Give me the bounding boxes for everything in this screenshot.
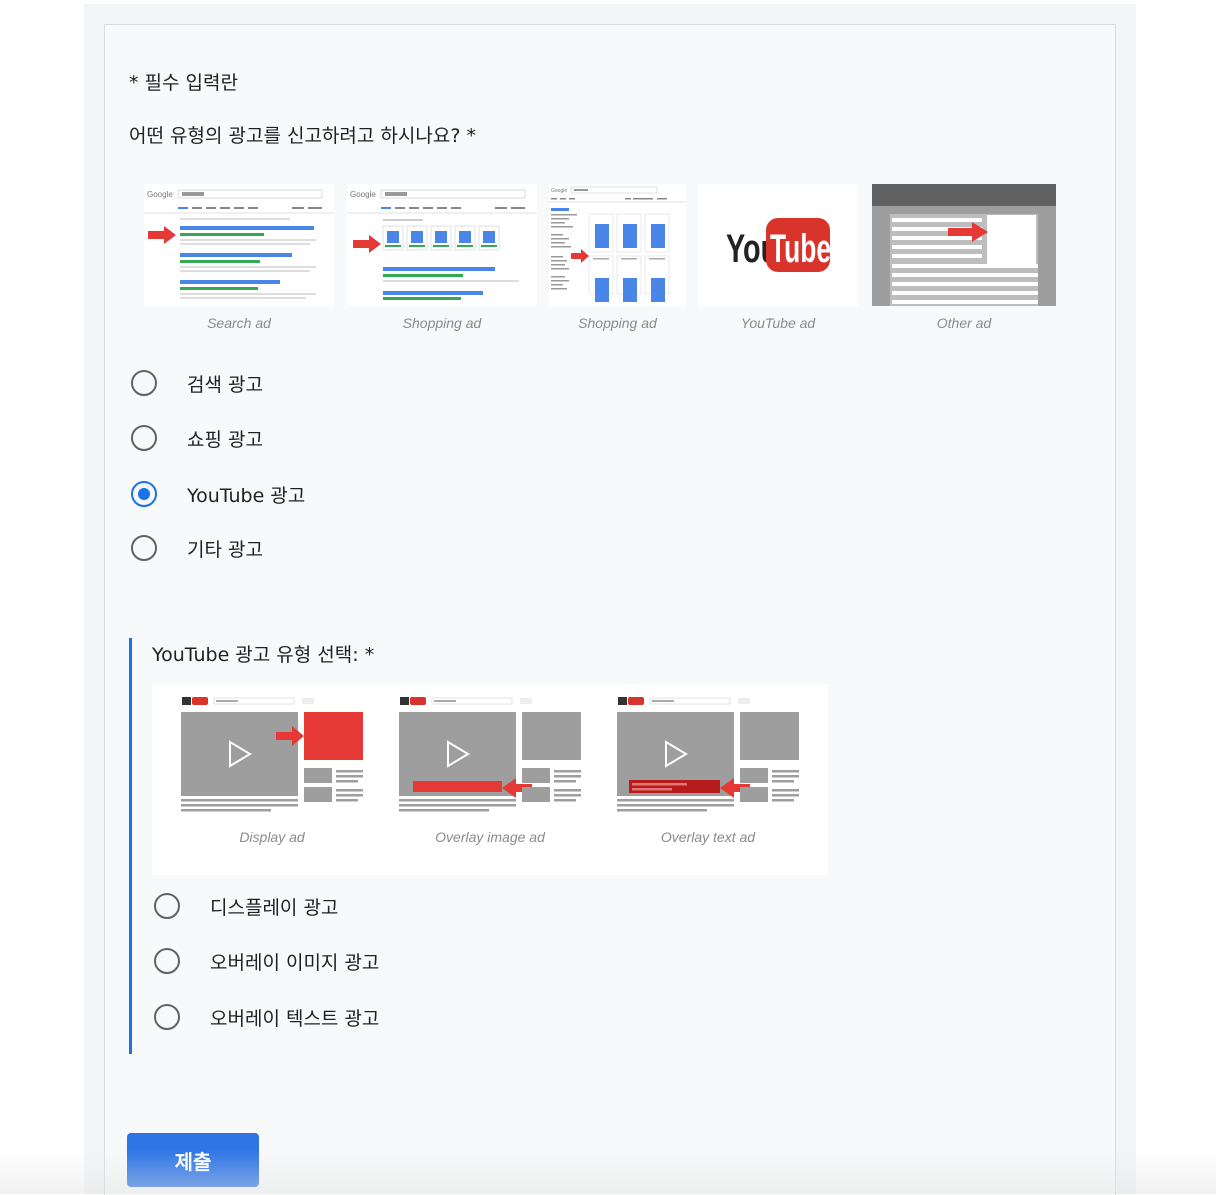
- shopping-tab-ad-caption: Shopping ad: [578, 315, 657, 331]
- option-overlay-image-ad[interactable]: 오버레이 이미지 광고: [154, 944, 379, 978]
- radio-overlay-text-ad[interactable]: [154, 1004, 180, 1030]
- required-note: * 필수 입력란: [129, 72, 238, 94]
- submit-button[interactable]: 제출: [127, 1133, 259, 1187]
- display-ad-illustration: [181, 697, 363, 812]
- radio-overlay-image-ad[interactable]: [154, 948, 180, 974]
- search-ad-thumbnail: Google: [144, 184, 334, 306]
- svg-text:Google: Google: [551, 188, 567, 194]
- overlay-image-ad-caption: Overlay image ad: [435, 829, 545, 845]
- option-label: 오버레이 텍스트 광고: [210, 1007, 380, 1030]
- option-label: 기타 광고: [187, 538, 263, 561]
- svg-text:Google: Google: [350, 190, 376, 199]
- radio-youtube-ad[interactable]: [131, 481, 157, 507]
- overlay-text-ad-illustration: [617, 697, 799, 812]
- youtube-ad-caption: YouTube ad: [740, 315, 816, 331]
- question-youtube-ad-type: YouTube 광고 유형 선택: *: [152, 644, 375, 666]
- radio-shopping-ad[interactable]: [131, 425, 157, 451]
- overlay-image-ad-illustration: [399, 697, 581, 812]
- shopping-ad-thumbnail: Google: [347, 184, 537, 306]
- display-ad-caption: Display ad: [239, 829, 305, 845]
- shopping-tab-ad-thumbnail: Google: [549, 184, 686, 306]
- option-label: 오버레이 이미지 광고: [210, 951, 380, 974]
- option-overlay-text-ad[interactable]: 오버레이 텍스트 광고: [154, 1000, 379, 1034]
- subsection-accent-bar: [129, 638, 132, 1054]
- option-shopping-ad[interactable]: 쇼핑 광고: [131, 421, 263, 455]
- question-ad-type: 어떤 유형의 광고를 신고하려고 하시나요? *: [129, 125, 476, 147]
- radio-display-ad[interactable]: [154, 893, 180, 919]
- youtube-ad-types-image: Display ad Overlay image ad Overlay text…: [152, 684, 828, 875]
- option-search-ad[interactable]: 검색 광고: [131, 366, 263, 400]
- option-label: 쇼핑 광고: [187, 428, 263, 451]
- option-youtube-ad[interactable]: YouTube 광고: [131, 477, 305, 511]
- youtube-ad-thumbnail: You Tube: [698, 184, 858, 306]
- option-other-ad[interactable]: 기타 광고: [131, 531, 263, 565]
- svg-text:Google: Google: [147, 190, 173, 199]
- option-label: 검색 광고: [187, 373, 263, 396]
- option-label: YouTube 광고: [187, 484, 306, 507]
- other-ad-thumbnail: [872, 184, 1056, 306]
- overlay-text-ad-caption: Overlay text ad: [660, 829, 756, 845]
- radio-other-ad[interactable]: [131, 535, 157, 561]
- search-ad-caption: Search ad: [207, 315, 271, 331]
- other-ad-caption: Other ad: [936, 315, 992, 331]
- shopping-ad-caption: Shopping ad: [402, 315, 482, 331]
- option-display-ad[interactable]: 디스플레이 광고: [154, 889, 338, 923]
- radio-search-ad[interactable]: [131, 370, 157, 396]
- option-label: 디스플레이 광고: [210, 896, 339, 919]
- svg-text:Tube: Tube: [770, 227, 831, 272]
